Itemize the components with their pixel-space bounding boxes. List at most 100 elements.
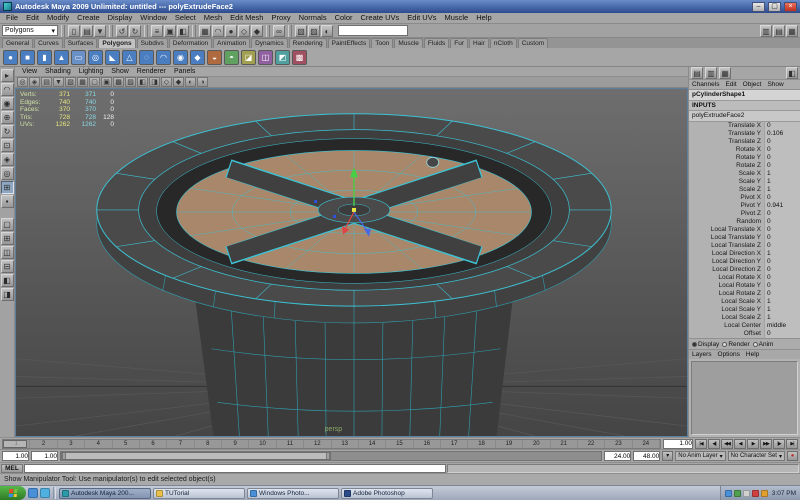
split-view-icon[interactable]: ▦	[719, 67, 731, 79]
playback-start-field[interactable]	[31, 451, 58, 461]
channel-attribute-name[interactable]: Rotate Z	[689, 162, 764, 170]
shelf-icon[interactable]: ■	[20, 50, 35, 65]
toolbox-tool[interactable]: ◎	[1, 167, 14, 180]
channel-attribute-name[interactable]: Scale Z	[689, 186, 764, 194]
status-line-separator[interactable]	[61, 25, 65, 37]
shelf-tab[interactable]: Toon	[371, 38, 393, 48]
frame-tick[interactable]: 19	[496, 440, 523, 448]
channel-attribute-name[interactable]: Local Direction X	[689, 250, 764, 258]
frame-tick[interactable]: 6	[140, 440, 167, 448]
channel-attribute-name[interactable]: Local Rotate Y	[689, 282, 764, 290]
maximize-button[interactable]: ▢	[768, 2, 781, 12]
channel-attribute-name[interactable]: Pivot X	[689, 194, 764, 202]
status-line-icon[interactable]: ↺	[116, 25, 128, 37]
tray-icon[interactable]	[761, 490, 768, 497]
status-line-icon[interactable]: ◇	[238, 25, 250, 37]
shelf-icon[interactable]: ◆	[190, 50, 205, 65]
layout-shortcut-button[interactable]: ⊟	[1, 260, 14, 273]
channel-attribute-value[interactable]: 1	[764, 298, 800, 306]
range-slider-bar[interactable]	[61, 452, 331, 460]
shelf-tab[interactable]: Subdivs	[137, 38, 168, 48]
shelf-icon[interactable]: ●	[3, 50, 18, 65]
status-line-icon[interactable]: ∞	[273, 25, 285, 37]
shelf-icon[interactable]: ▭	[71, 50, 86, 65]
channel-attribute-name[interactable]: Scale Y	[689, 178, 764, 186]
playback-button[interactable]: ▶|	[786, 439, 798, 449]
channel-attribute-value[interactable]: 1	[764, 186, 800, 194]
channel-attribute-name[interactable]: Translate Z	[689, 138, 764, 146]
panel-toolbar-icon[interactable]: ◐	[185, 77, 196, 87]
panel-menu-item[interactable]: Renderer	[133, 68, 170, 75]
frame-tick[interactable]: 3	[58, 440, 85, 448]
shelf-icon[interactable]: ◣	[105, 50, 120, 65]
shelf-tab[interactable]: Dynamics	[251, 38, 288, 48]
animation-end-field[interactable]	[633, 451, 660, 461]
tray-icon[interactable]	[752, 490, 759, 497]
layer-list-area[interactable]	[691, 361, 798, 435]
panel-menu-item[interactable]: View	[18, 68, 41, 75]
panel-toolbar-icon[interactable]: ▩	[113, 77, 124, 87]
layer-editor-menu-item[interactable]: Options	[715, 351, 743, 358]
panel-toolbar-icon[interactable]: ▧	[65, 77, 76, 87]
shelf-tab[interactable]: Surfaces	[64, 38, 98, 48]
anim-layer-dropdown[interactable]: No Anim Layer ▾	[675, 451, 725, 461]
ui-panel-toggle[interactable]: ▥	[760, 25, 772, 37]
tray-icon[interactable]	[743, 490, 750, 497]
shelf-icon[interactable]: ▩	[292, 50, 307, 65]
toolbox-tool[interactable]: ◈	[1, 153, 14, 166]
panel-toolbar-icon[interactable]: ◑	[197, 77, 208, 87]
range-slider-track[interactable]	[60, 451, 602, 461]
layout-shortcut-button[interactable]: ▢	[1, 218, 14, 231]
status-line-icon[interactable]: ▦	[199, 25, 211, 37]
panel-toolbar-icon[interactable]: ▣	[101, 77, 112, 87]
range-start-grip[interactable]	[62, 453, 66, 459]
menu-item[interactable]: Window	[136, 13, 171, 23]
toolbox-tool[interactable]: ◠	[1, 83, 14, 96]
menu-item[interactable]: Create	[73, 13, 104, 23]
channel-attribute-value[interactable]: 0	[764, 154, 800, 162]
playback-button[interactable]: ▶	[747, 439, 759, 449]
shelf-icon[interactable]: ◠	[156, 50, 171, 65]
status-line-separator[interactable]	[144, 25, 148, 37]
channel-attribute-name[interactable]: Pivot Z	[689, 210, 764, 218]
channel-attribute-value[interactable]: 1	[764, 178, 800, 186]
playback-button[interactable]: ▶▶	[760, 439, 772, 449]
menu-item[interactable]: Display	[104, 13, 137, 23]
channel-box-menu-item[interactable]: Object	[740, 81, 765, 88]
panel-toolbar-icon[interactable]: ▢	[89, 77, 100, 87]
task-button[interactable]: Windows Photo...	[247, 488, 339, 499]
frame-tick[interactable]: 17	[441, 440, 468, 448]
frame-tick[interactable]: 23	[605, 440, 632, 448]
frame-tick[interactable]: 8	[195, 440, 222, 448]
frame-tick[interactable]: 10	[249, 440, 276, 448]
toolbox-tool[interactable]: ↻	[1, 125, 14, 138]
status-line-icon[interactable]: ▤	[81, 25, 93, 37]
task-button[interactable]: Autodesk Maya 200...	[59, 488, 151, 499]
panel-toolbar-icon[interactable]: ◇	[161, 77, 172, 87]
menu-item[interactable]: Edit	[22, 13, 43, 23]
channel-attribute-value[interactable]: 0	[764, 122, 800, 130]
status-line-icon[interactable]: ●	[225, 25, 237, 37]
animation-start-field[interactable]	[2, 451, 29, 461]
menu-item[interactable]: Help	[472, 13, 495, 23]
panel-toolbar-icon[interactable]: ▤	[41, 77, 52, 87]
channel-attribute-name[interactable]: Rotate Y	[689, 154, 764, 162]
range-end-grip[interactable]	[326, 453, 330, 459]
channel-attribute-value[interactable]: 0	[764, 274, 800, 282]
channel-attribute-value[interactable]: 0	[764, 258, 800, 266]
frame-tick[interactable]: 22	[578, 440, 605, 448]
manipulator-options-icon[interactable]: ◧	[786, 67, 798, 79]
shelf-tab[interactable]: General	[2, 38, 33, 48]
status-line-icon[interactable]: ↻	[129, 25, 141, 37]
auto-keyframe-toggle[interactable]: ●	[787, 451, 798, 461]
frame-tick[interactable]: 12	[304, 440, 331, 448]
panel-toolbar-icon[interactable]: ◨	[149, 77, 160, 87]
toolbox-tool[interactable]: ◉	[1, 97, 14, 110]
menu-item[interactable]: Create UVs	[357, 13, 404, 23]
status-line-icon[interactable]: ◠	[212, 25, 224, 37]
menu-item[interactable]: Edit Mesh	[226, 13, 267, 23]
channel-box-menu-item[interactable]: Channels	[689, 81, 722, 88]
menu-item[interactable]: Normals	[295, 13, 331, 23]
menu-item[interactable]: Mesh	[200, 13, 226, 23]
menu-item[interactable]: Color	[331, 13, 357, 23]
